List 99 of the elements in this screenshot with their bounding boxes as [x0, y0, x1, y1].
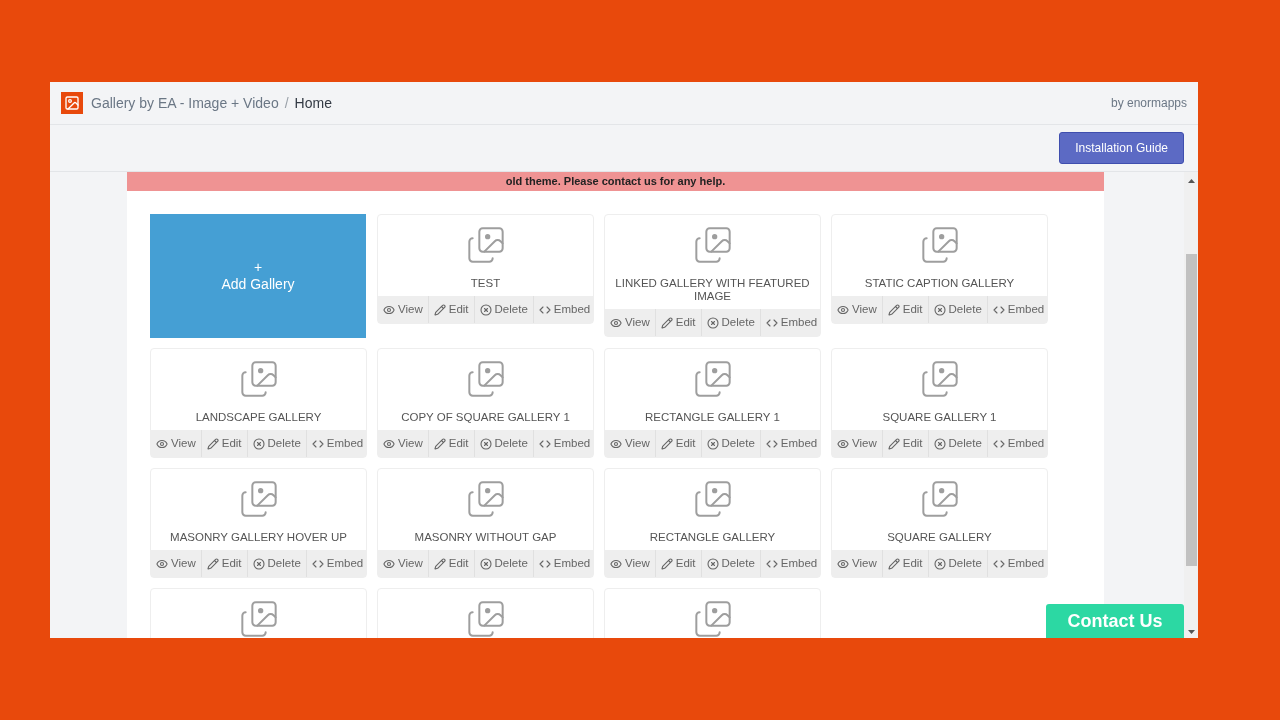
view-button[interactable]: View	[378, 430, 429, 457]
scrollbar-thumb[interactable]	[1185, 254, 1197, 566]
eye-icon	[383, 437, 395, 450]
embed-button[interactable]: Embed	[533, 296, 596, 323]
x-circle-icon	[252, 437, 265, 450]
x-circle-icon	[252, 557, 265, 570]
scroll-up-arrow-icon[interactable]	[1187, 179, 1195, 183]
eye-icon	[610, 437, 622, 450]
eye-icon	[837, 303, 849, 316]
edit-button[interactable]: Edit	[882, 550, 929, 577]
eye-icon	[837, 437, 849, 450]
pencil-icon	[887, 557, 900, 570]
delete-button[interactable]: Delete	[701, 430, 761, 457]
eye-icon	[156, 557, 168, 570]
view-button[interactable]: View	[151, 550, 202, 577]
gallery-title: MASONRY GALLERY HOVER UP	[169, 531, 348, 544]
embed-button[interactable]: Embed	[533, 430, 596, 457]
gallery-title: SQUARE GALLERY 1	[881, 411, 998, 424]
pencil-icon	[887, 303, 900, 316]
edit-button[interactable]: Edit	[428, 550, 475, 577]
x-circle-icon	[479, 557, 492, 570]
view-button[interactable]: View	[605, 550, 656, 577]
embed-button[interactable]: Embed	[987, 550, 1050, 577]
embed-button[interactable]: Embed	[533, 550, 596, 577]
gallery-title: RECTANGLE GALLERY	[648, 531, 777, 544]
x-circle-icon	[479, 437, 492, 450]
add-gallery-button[interactable]: + Add Gallery	[150, 214, 366, 338]
view-button[interactable]: View	[605, 309, 656, 336]
delete-button[interactable]: Delete	[474, 550, 534, 577]
gallery-title: LANDSCAPE GALLERY	[194, 411, 323, 424]
pencil-icon	[433, 303, 446, 316]
delete-button[interactable]: Delete	[247, 430, 307, 457]
delete-button[interactable]: Delete	[474, 430, 534, 457]
x-circle-icon	[933, 437, 946, 450]
pencil-icon	[206, 437, 219, 450]
eye-icon	[383, 557, 395, 570]
gallery-title: TEST	[469, 277, 502, 290]
edit-button[interactable]: Edit	[428, 296, 475, 323]
edit-button[interactable]: Edit	[655, 309, 702, 336]
pencil-icon	[433, 557, 446, 570]
gallery-title: STATIC CAPTION GALLERY	[863, 277, 1016, 290]
alert-text: old theme. Please contact us for any help.	[505, 174, 726, 190]
embed-button[interactable]: Embed	[306, 550, 369, 577]
embed-button[interactable]: Embed	[760, 430, 823, 457]
embed-button[interactable]: Embed	[760, 309, 823, 336]
x-circle-icon	[933, 303, 946, 316]
gallery-title: RECTANGLE GALLERY 1	[644, 411, 781, 424]
delete-button[interactable]: Delete	[928, 430, 988, 457]
installation-guide-button[interactable]: Installation Guide	[1059, 132, 1184, 164]
view-button[interactable]: View	[832, 296, 883, 323]
edit-button[interactable]: Edit	[201, 550, 248, 577]
view-button[interactable]: View	[151, 430, 202, 457]
delete-button[interactable]: Delete	[928, 550, 988, 577]
edit-button[interactable]: Edit	[428, 430, 475, 457]
view-button[interactable]: View	[832, 430, 883, 457]
x-circle-icon	[933, 557, 946, 570]
x-circle-icon	[479, 303, 492, 316]
pencil-icon	[206, 557, 219, 570]
pencil-icon	[433, 437, 446, 450]
delete-button[interactable]: Delete	[928, 296, 988, 323]
edit-button[interactable]: Edit	[201, 430, 248, 457]
pencil-icon	[887, 437, 900, 450]
pencil-icon	[660, 437, 673, 450]
breadcrumb-separator: /	[284, 93, 289, 113]
delete-button[interactable]: Delete	[474, 296, 534, 323]
eye-icon	[156, 437, 168, 450]
embed-button[interactable]: Embed	[760, 550, 823, 577]
gallery-title: MASONRY WITHOUT GAP	[413, 531, 558, 544]
view-button[interactable]: View	[378, 550, 429, 577]
edit-button[interactable]: Edit	[882, 296, 929, 323]
eye-icon	[610, 557, 622, 570]
x-circle-icon	[706, 316, 719, 329]
edit-button[interactable]: Edit	[655, 550, 702, 577]
gallery-title: COPY OF SQUARE GALLERY 1	[400, 411, 571, 424]
app-logo	[61, 92, 83, 114]
gallery-title: SQUARE GALLERY	[886, 531, 993, 544]
delete-button[interactable]: Delete	[701, 550, 761, 577]
app-name[interactable]: Gallery by EA - Image + Video	[91, 92, 279, 114]
edit-button[interactable]: Edit	[882, 430, 929, 457]
pencil-icon	[660, 557, 673, 570]
eye-icon	[383, 303, 395, 316]
embed-button[interactable]: Embed	[987, 296, 1050, 323]
x-circle-icon	[706, 437, 719, 450]
view-button[interactable]: View	[832, 550, 883, 577]
edit-button[interactable]: Edit	[655, 430, 702, 457]
embed-button[interactable]: Embed	[987, 430, 1050, 457]
delete-button[interactable]: Delete	[247, 550, 307, 577]
embed-button[interactable]: Embed	[306, 430, 369, 457]
view-button[interactable]: View	[605, 430, 656, 457]
gallery-title: LINKED GALLERY WITH FEATURED IMAGE	[614, 277, 811, 303]
pencil-icon	[660, 316, 673, 329]
page-title: Home	[294, 93, 332, 113]
scroll-down-arrow-icon[interactable]	[1187, 630, 1195, 634]
x-circle-icon	[706, 557, 719, 570]
eye-icon	[610, 316, 622, 329]
vendor-label: by enormapps	[1110, 95, 1187, 112]
view-button[interactable]: View	[378, 296, 429, 323]
eye-icon	[837, 557, 849, 570]
delete-button[interactable]: Delete	[701, 309, 761, 336]
